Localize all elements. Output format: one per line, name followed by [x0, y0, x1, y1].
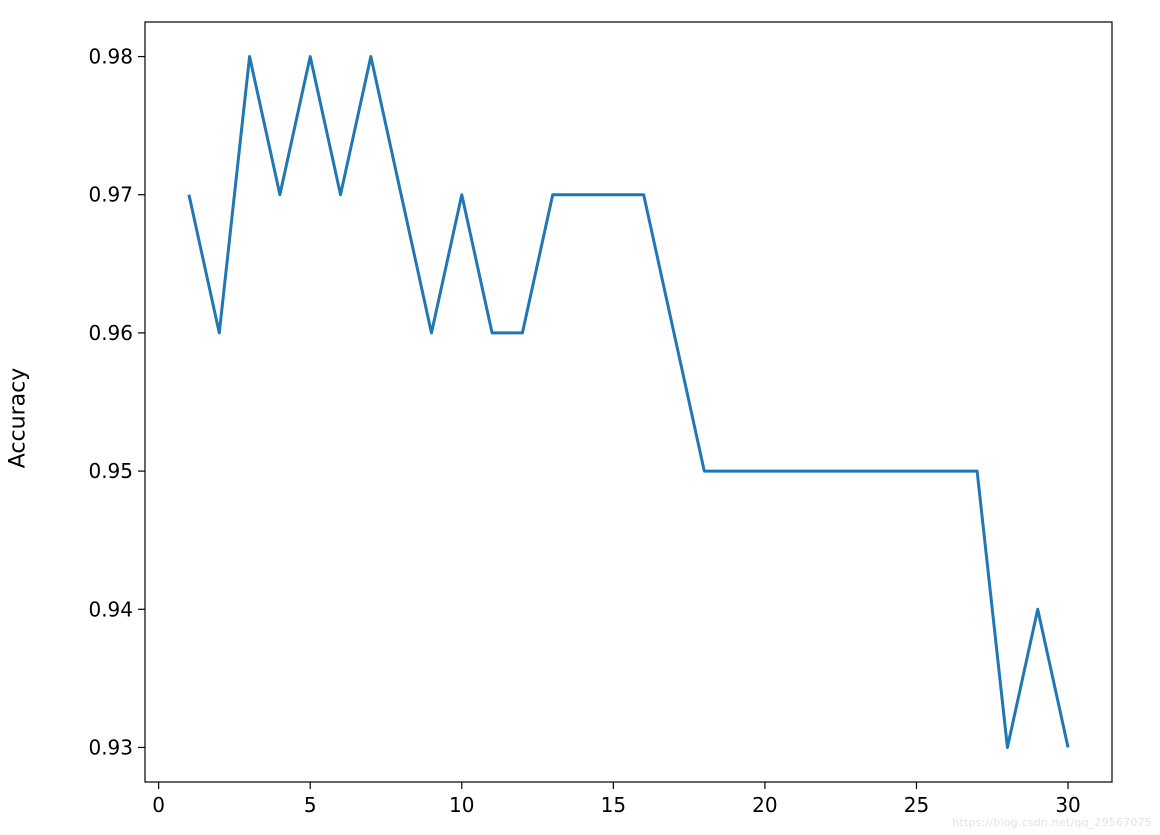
x-tick-label: 15: [601, 793, 626, 817]
x-tick-label: 5: [304, 793, 317, 817]
chart-figure: Accuracy 0 5 10 15 20 25 30 0.93 0.94 0.95 0.96 0.9…: [0, 0, 1160, 835]
x-tick-label: 20: [752, 793, 777, 817]
y-tick-label: 0.97: [88, 183, 133, 207]
x-tick-label: 30: [1055, 793, 1080, 817]
y-tick-label: 0.98: [88, 45, 133, 69]
y-tick-label: 0.93: [88, 735, 133, 759]
y-axis-label: Accuracy: [6, 367, 31, 467]
x-tick-label: 25: [904, 793, 929, 817]
y-tick-label: 0.94: [88, 597, 133, 621]
x-tick-label: 10: [449, 793, 474, 817]
plot-border: [145, 22, 1112, 782]
series-line-accuracy: [189, 57, 1068, 748]
chart-svg: 0 5 10 15 20 25 30 0.93 0.94 0.95 0.96 0.97 0.98: [0, 0, 1160, 835]
y-tick-label: 0.96: [88, 321, 133, 345]
x-tick-label: 0: [152, 793, 165, 817]
watermark-text: https://blog.csdn.net/qq_29567075: [952, 816, 1152, 829]
y-tick-label: 0.95: [88, 459, 133, 483]
